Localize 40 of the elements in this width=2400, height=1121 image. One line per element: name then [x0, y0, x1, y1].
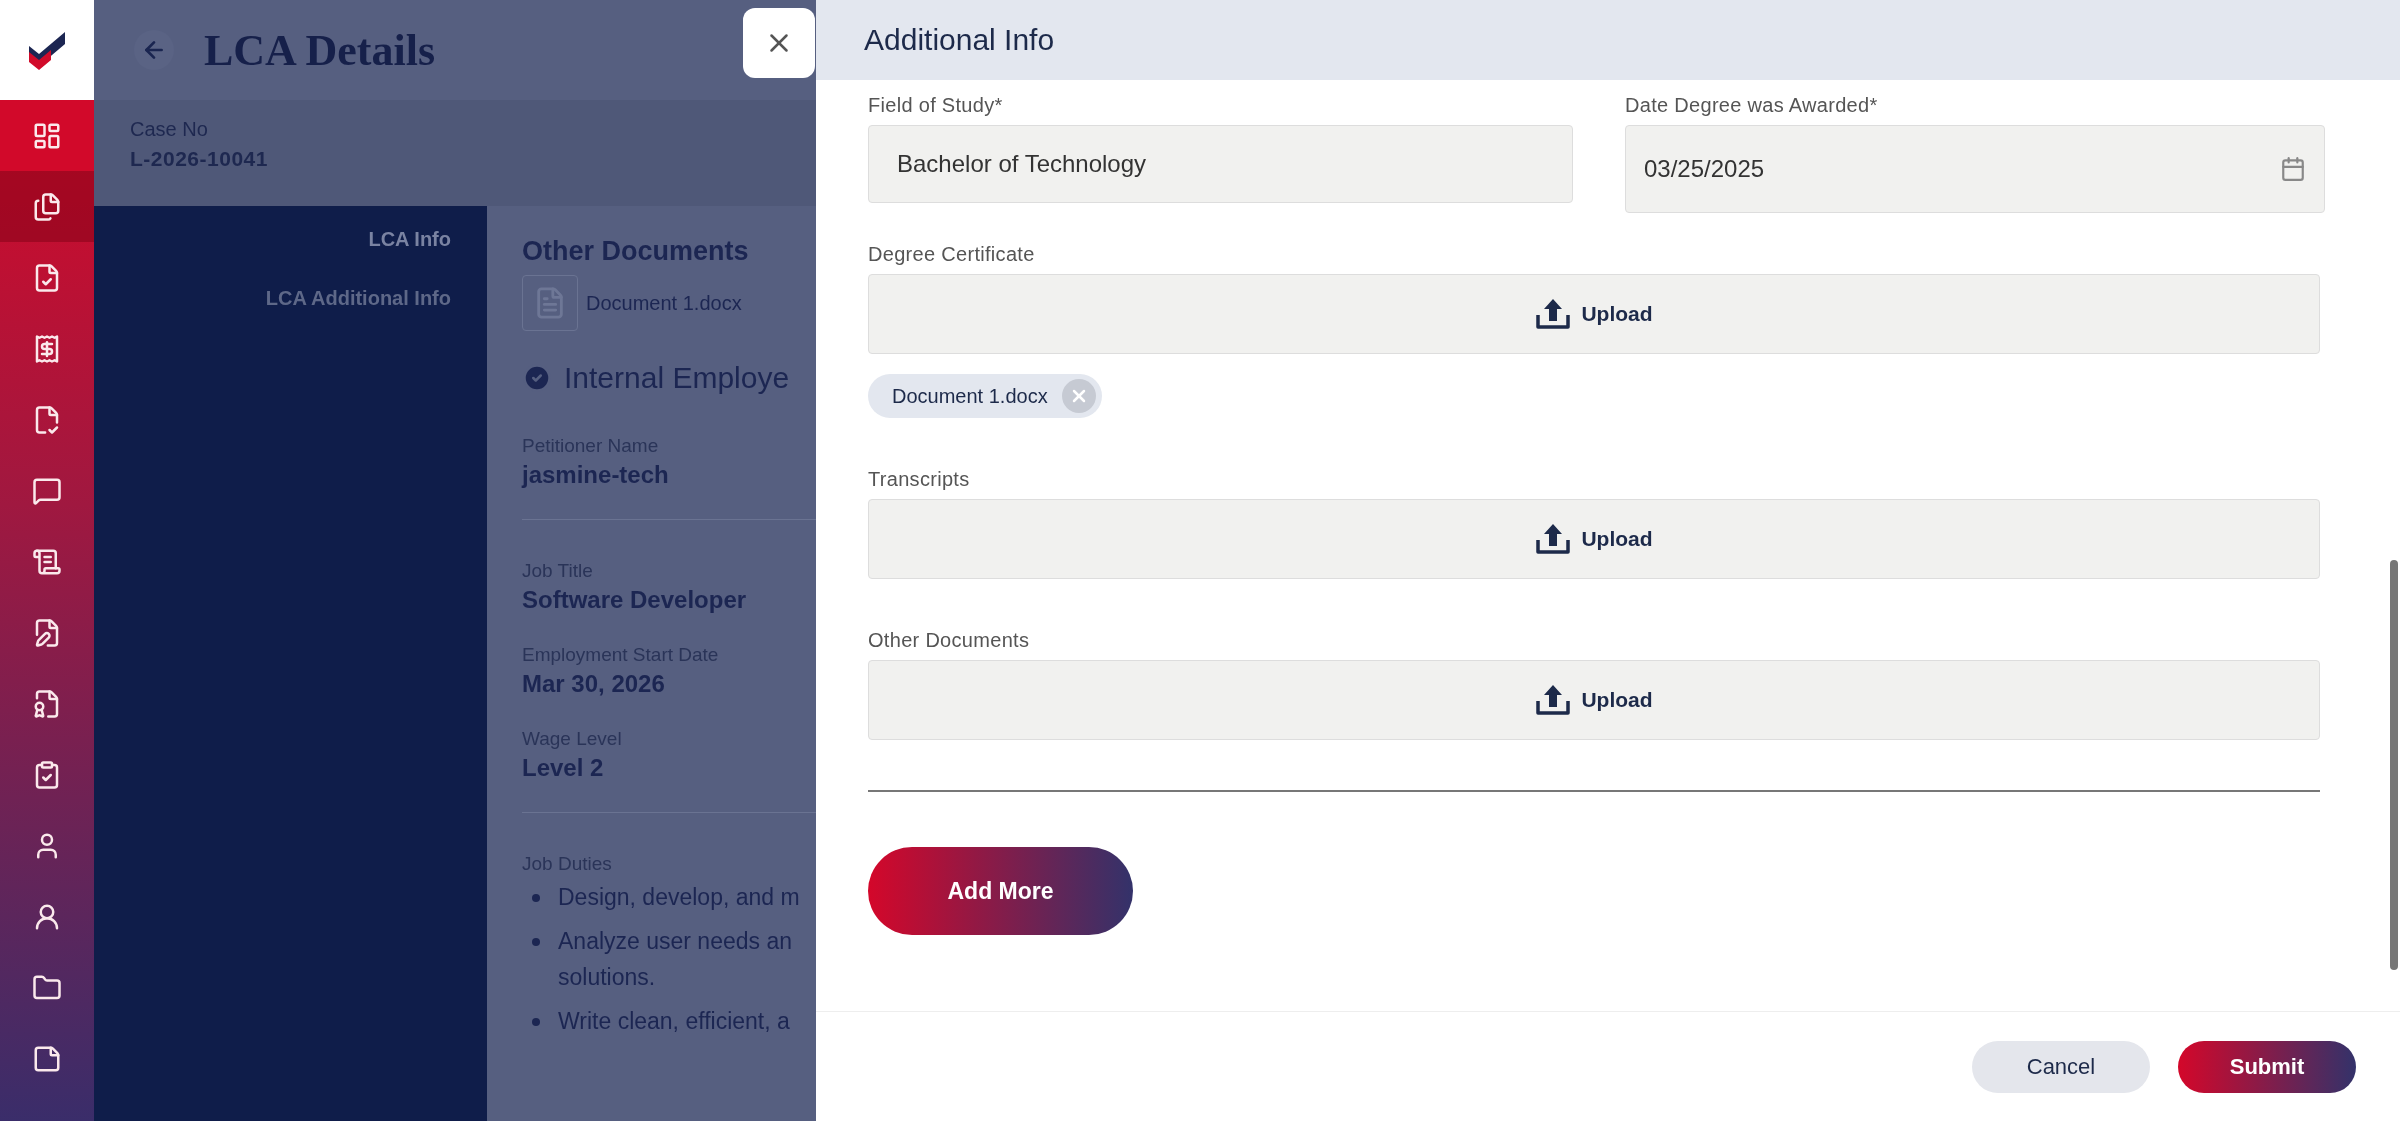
upload-button[interactable]: Upload — [868, 660, 2320, 740]
submit-button[interactable]: Submit — [2178, 1040, 2356, 1093]
field-label: Field of Study* — [868, 94, 1004, 117]
input-field[interactable]: Bachelor of Technology — [868, 125, 1573, 203]
section-title: Other Documents — [522, 236, 750, 267]
back-button[interactable] — [134, 30, 174, 70]
upload-icon — [1535, 297, 1572, 331]
field-label: Transcripts — [868, 468, 971, 491]
bullet — [532, 894, 540, 902]
field-label: Date Degree was Awarded* — [1625, 94, 1879, 117]
duty-text: Write clean, efficient, a — [558, 1007, 790, 1036]
detail-value: Level 2 — [522, 754, 605, 782]
upload-icon — [1535, 683, 1572, 717]
duty-text: Analyze user needs an solutions. — [558, 927, 792, 992]
nav-item[interactable]: LCA Info — [368, 222, 451, 257]
field-label: Degree Certificate — [868, 243, 1036, 266]
upload-button[interactable]: Upload — [868, 274, 2320, 354]
close-button[interactable] — [743, 8, 815, 78]
detail-value: Software Developer — [522, 586, 748, 614]
detail-value: Mar 30, 2026 — [522, 670, 666, 698]
file-name: Document 1.docx — [892, 384, 1048, 408]
duty-text: Design, develop, and m — [558, 883, 800, 912]
bullet — [532, 938, 540, 946]
page-title: LCA Details — [204, 24, 435, 76]
sidebar-item[interactable] — [0, 171, 94, 242]
upload-icon — [1535, 522, 1572, 556]
field-label: Other Documents — [868, 629, 1031, 652]
scrollbar[interactable] — [2390, 560, 2398, 970]
upload-button[interactable]: Upload — [868, 499, 2320, 579]
bullet — [532, 1018, 540, 1026]
calendar-icon — [2280, 156, 2306, 182]
date-field[interactable]: 03/25/2025 — [1625, 125, 2325, 213]
add-more-button[interactable]: Add More — [868, 847, 1133, 935]
cancel-button[interactable]: Cancel — [1972, 1040, 2150, 1093]
document-icon — [522, 275, 578, 331]
documents-icon — [32, 191, 62, 222]
drawer-title: Additional Info — [864, 23, 1055, 57]
detail-value: jasmine-tech — [522, 461, 670, 489]
section-title: Internal Employe — [564, 361, 790, 395]
logo-icon — [27, 30, 67, 70]
